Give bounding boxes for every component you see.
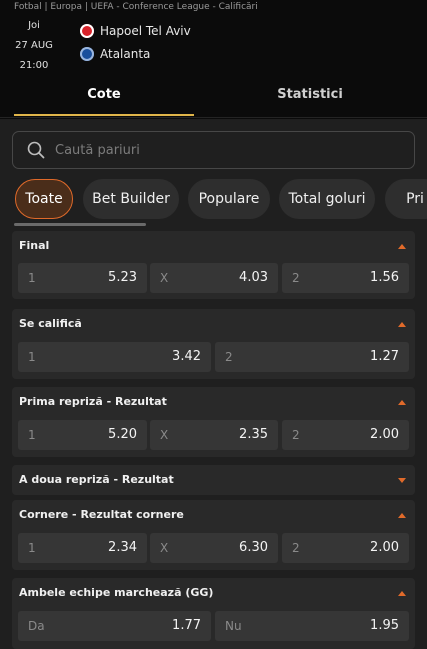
market-cornere: Cornere - Rezultat cornere 1 2.34 X 6.30… [12,500,415,570]
odd-button[interactable]: X 6.30 [150,533,278,563]
odd-button[interactable]: X 4.03 [150,263,278,293]
breadcrumb[interactable]: Fotbal | Europa | UEFA - Conference Leag… [14,2,258,12]
triangle-up-icon [398,399,406,405]
odd-label: X [160,428,169,442]
odd-button[interactable]: 2 1.56 [282,263,409,293]
market-prima-repriza: Prima repriză - Rezultat 1 5.20 X 2.35 2… [12,387,415,457]
market-title[interactable]: Se califică [19,309,82,339]
odd-label: 2 [225,350,233,364]
market-gg: Ambele echipe marchează (GG) Da 1.77 Nu … [12,578,415,649]
filter-total-goluri[interactable]: Total goluri [279,179,375,219]
odd-button[interactable]: X 2.35 [150,420,278,450]
match-header: Fotbal | Europa | UEFA - Conference Leag… [0,0,427,76]
filter-scrollbar[interactable] [14,223,146,226]
market-title[interactable]: Final [19,231,49,261]
odd-button[interactable]: 1 5.20 [18,420,147,450]
away-team: Atalanta [80,45,150,63]
odd-value: 1.56 [370,270,399,285]
odd-value: 1.27 [370,349,399,364]
odd-value: 4.03 [239,270,268,285]
odd-value: 1.77 [172,618,201,633]
odd-value: 2.35 [239,427,268,442]
odd-value: 2.00 [370,427,399,442]
odd-button[interactable]: Nu 1.95 [215,611,409,641]
market-title[interactable]: A doua repriză - Rezultat [19,465,174,495]
odd-button[interactable]: 2 2.00 [282,533,409,563]
odd-button[interactable]: 2 1.27 [215,342,409,372]
triangle-up-icon [398,321,406,327]
odd-value: 5.20 [108,427,137,442]
market-title[interactable]: Cornere - Rezultat cornere [19,500,184,530]
markets-content: Caută pariuri Toate Bet Builder Populare… [0,119,427,649]
collapse-toggle[interactable] [397,231,407,261]
filter-populare[interactable]: Populare [188,179,270,219]
tab-bar: Cote Statistici [0,76,427,118]
odd-label: 2 [292,271,300,285]
match-time: 21:00 [19,60,49,71]
odd-value: 1.95 [370,618,399,633]
market-title[interactable]: Prima repriză - Rezultat [19,387,167,417]
match-datetime: Joi 27 AUG 21:00 [14,16,54,76]
filter-bet-builder[interactable]: Bet Builder [83,179,179,219]
expand-toggle[interactable] [397,465,407,495]
odd-button[interactable]: Da 1.77 [18,611,211,641]
home-team-name: Hapoel Tel Aviv [100,24,191,38]
odd-label: 1 [28,428,36,442]
triangle-up-icon [398,512,406,518]
market-a-doua-repriza[interactable]: A doua repriză - Rezultat [12,465,415,495]
odd-label: X [160,541,169,555]
tab-statistici[interactable]: Statistici [210,76,410,118]
away-team-name: Atalanta [100,47,151,61]
tab-cote[interactable]: Cote [14,76,194,118]
odd-label: X [160,271,169,285]
home-team: Hapoel Tel Aviv [80,22,191,40]
triangle-up-icon [398,590,406,596]
odd-label: 2 [292,428,300,442]
filter-bar: Toate Bet Builder Populare Total goluri … [0,179,427,219]
filter-toate[interactable]: Toate [15,179,73,219]
collapse-toggle[interactable] [397,578,407,608]
triangle-up-icon [398,243,406,249]
search-icon [27,141,45,159]
triangle-down-icon [398,477,406,483]
odd-label: 1 [28,271,36,285]
odd-value: 2.00 [370,540,399,555]
odd-label: 1 [28,350,36,364]
odd-label: 2 [292,541,300,555]
market-title[interactable]: Ambele echipe marchează (GG) [19,578,213,608]
search-input[interactable]: Caută pariuri [12,131,415,169]
odd-button[interactable]: 1 3.42 [18,342,211,372]
match-day: Joi [28,20,40,31]
odd-label: Da [28,619,45,633]
odd-value: 6.30 [239,540,268,555]
atalanta-crest-icon [80,47,94,61]
collapse-toggle[interactable] [397,309,407,339]
odd-label: 1 [28,541,36,555]
odd-value: 2.34 [108,540,137,555]
market-final: Final 1 5.23 X 4.03 2 1.56 [12,231,415,299]
odd-label: Nu [225,619,242,633]
hapoel-crest-icon [80,24,94,38]
collapse-toggle[interactable] [397,387,407,417]
match-date: 27 AUG [15,40,53,51]
odd-value: 3.42 [172,349,201,364]
search-placeholder: Caută pariuri [55,142,140,158]
odd-button[interactable]: 2 2.00 [282,420,409,450]
odd-value: 5.23 [108,270,137,285]
odd-button[interactable]: 1 2.34 [18,533,147,563]
market-se-califica: Se califică 1 3.42 2 1.27 [12,309,415,379]
odd-button[interactable]: 1 5.23 [18,263,147,293]
collapse-toggle[interactable] [397,500,407,530]
filter-prima-repriza[interactable]: Pri [385,179,427,219]
